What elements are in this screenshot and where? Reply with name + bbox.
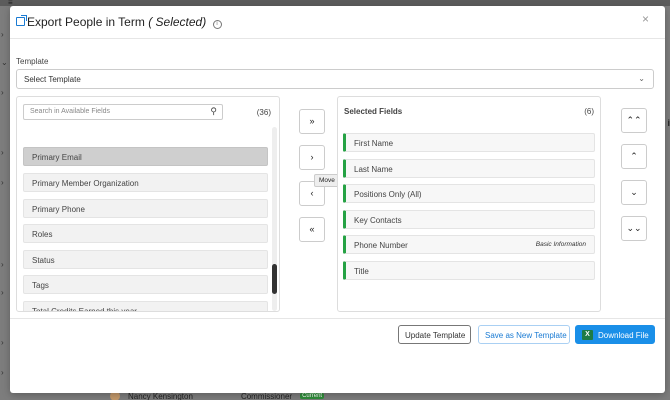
download-file-button[interactable]: X Download File [575, 325, 655, 344]
list-item[interactable]: Roles [23, 224, 268, 243]
selected-fields-count: (6) [584, 107, 594, 116]
move-to-top-button[interactable]: ⌃⌃ [621, 108, 647, 133]
list-item[interactable]: Status [23, 250, 268, 269]
info-icon[interactable]: i [212, 20, 222, 29]
selected-field-item[interactable]: Positions Only (All) [343, 184, 595, 203]
move-all-right-button[interactable]: » [299, 109, 325, 134]
modal-title-selected: ( Selected) [148, 15, 207, 29]
background-person-row: Nancy Kensington Commissioner Current [110, 391, 410, 400]
close-icon[interactable]: × [642, 12, 649, 26]
list-item[interactable]: Tags [23, 275, 268, 294]
available-count: (36) [256, 108, 271, 117]
move-up-button[interactable]: ⌃ [621, 144, 647, 169]
modal-title-text: Export People in Term [27, 15, 145, 29]
list-item[interactable]: Primary Email [23, 147, 268, 166]
scrollbar[interactable] [272, 127, 277, 311]
selected-field-label: Last Name [354, 165, 393, 174]
move-to-bottom-button[interactable]: ⌄⌄ [621, 216, 647, 241]
status-badge: Current [300, 393, 325, 399]
move-right-button[interactable]: › [299, 145, 325, 170]
selected-field-item[interactable]: Phone Number Basic Information [343, 235, 595, 254]
move-down-button[interactable]: ⌄ [621, 180, 647, 205]
list-item[interactable]: Primary Member Organization [23, 173, 268, 192]
background-arrow-icon: › [1, 148, 4, 157]
field-group-tag: Basic Information [535, 241, 586, 248]
template-select[interactable]: Select Template ⌄ [16, 69, 654, 89]
selected-field-label: Phone Number [354, 241, 408, 250]
background-arrow-icon: › [1, 288, 4, 297]
update-template-button[interactable]: Update Template [398, 325, 471, 344]
list-item[interactable]: Total Credits Earned this year [23, 301, 268, 311]
list-item[interactable]: Primary Phone [23, 199, 268, 218]
selected-fields-title: Selected Fields [344, 107, 403, 116]
selected-field-label: Key Contacts [354, 216, 402, 225]
search-icon[interactable]: ⚲ [210, 106, 217, 117]
scrollbar-thumb[interactable] [272, 264, 277, 294]
selected-field-label: Title [354, 267, 369, 276]
download-file-label: Download File [598, 331, 649, 340]
background-arrow-icon: › [1, 30, 4, 39]
background-arrow-icon: › [1, 260, 4, 269]
modal-header: Export People in Term ( Selected) i × [10, 6, 665, 39]
background-arrow-icon: › [1, 368, 4, 377]
available-fields-panel: Search in Available Fields ⚲ (36) Primar… [16, 96, 280, 312]
template-select-value: Select Template [24, 75, 81, 84]
export-icon [16, 15, 27, 26]
chevron-down-icon: ⌄ [638, 74, 645, 83]
save-as-new-template-button[interactable]: Save as New Template [478, 325, 570, 344]
background-arrow-icon: › [1, 88, 4, 97]
selected-field-item[interactable]: First Name [343, 133, 595, 152]
export-modal: Export People in Term ( Selected) i × Te… [10, 6, 665, 393]
search-placeholder: Search in Available Fields [30, 108, 111, 115]
selected-field-item[interactable]: Key Contacts [343, 210, 595, 229]
background-chevron-icon: ⌄ [1, 58, 8, 67]
excel-icon: X [582, 330, 593, 340]
selected-field-item[interactable]: Title [343, 261, 595, 280]
move-all-left-button[interactable]: « [299, 217, 325, 242]
footer-divider [10, 318, 665, 319]
selected-field-label: First Name [354, 139, 394, 148]
template-label: Template [16, 57, 49, 66]
background-arrow-icon: › [1, 178, 4, 187]
background-arrow-icon: › [1, 338, 4, 347]
selected-field-item[interactable]: Last Name [343, 159, 595, 178]
search-input[interactable]: Search in Available Fields ⚲ [23, 104, 223, 120]
selected-fields-panel: Selected Fields (6) First Name Last Name… [337, 96, 601, 312]
selected-field-label: Positions Only (All) [354, 190, 422, 199]
modal-title: Export People in Term ( Selected) i [27, 15, 222, 29]
